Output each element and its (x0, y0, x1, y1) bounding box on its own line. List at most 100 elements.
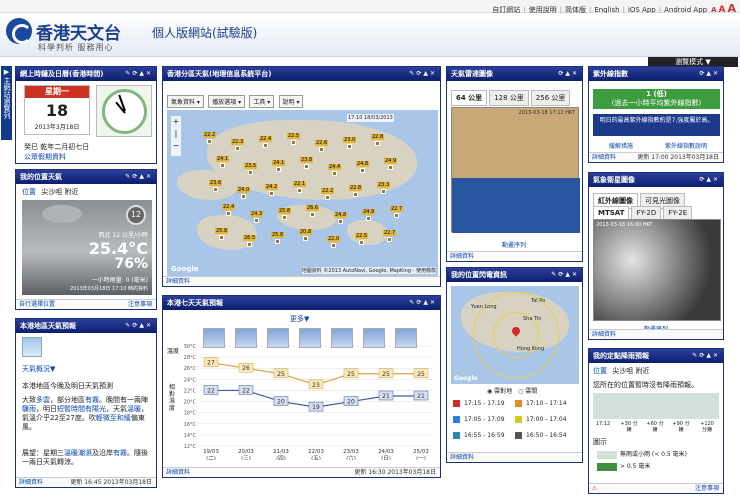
station-marker-icon[interactable] (332, 171, 337, 176)
tab-fy2d[interactable]: FY-2D (631, 206, 662, 220)
station-marker-icon[interactable] (359, 240, 364, 245)
station-marker-icon[interactable] (276, 167, 281, 172)
tab-radar-64km[interactable]: 64 公里 (451, 90, 488, 106)
public-holiday-link[interactable]: 公眾假期資料 (24, 152, 66, 162)
station-temperature-label: 24.2 (265, 184, 279, 190)
panel-controls[interactable]: ⟳▲✕ (699, 173, 720, 187)
station-marker-icon[interactable] (310, 212, 315, 217)
station-marker-icon[interactable] (219, 235, 224, 240)
radio-cloud-to-cloud[interactable]: ○ 雲間 (518, 388, 537, 395)
details-link[interactable]: 詳細資料 (450, 454, 474, 461)
lightning-map[interactable]: Yuen Long Sha Tin Tai Po Hong Kong Googl… (451, 286, 579, 384)
term-link[interactable]: 輕微至和緩 (96, 414, 131, 422)
station-marker-icon[interactable] (360, 168, 365, 173)
station-marker-icon[interactable] (241, 194, 246, 199)
playback-options-dropdown[interactable]: 播放選項 ▾ (208, 95, 246, 108)
choose-location-link[interactable]: 自行選擇位置 (19, 301, 55, 308)
station-marker-icon[interactable] (375, 141, 380, 146)
station-marker-icon[interactable] (220, 163, 225, 168)
station-marker-icon[interactable] (387, 237, 392, 242)
radar-image[interactable]: 2013-03-18 17:12 HKT (451, 107, 580, 233)
x-tick-label: 25/03 (413, 449, 429, 455)
location-label-link[interactable]: 位置 (22, 188, 36, 196)
station-marker-icon[interactable] (207, 139, 212, 144)
station-marker-icon[interactable] (297, 188, 302, 193)
panel-controls[interactable]: ✎⟳▲✕ (692, 349, 720, 363)
main-site-nav-tab[interactable]: ▶ 主網站瀏覽列 (1, 66, 12, 140)
map-zoom-control[interactable]: + | − (171, 116, 181, 156)
site-title[interactable]: 香港天文台 (36, 19, 121, 44)
station-temperature-label: 24.9 (362, 209, 376, 215)
station-marker-icon[interactable] (304, 164, 309, 169)
station-marker-icon[interactable] (381, 189, 386, 194)
station-marker-icon[interactable] (226, 211, 231, 216)
details-link[interactable]: 詳細資料 (450, 253, 474, 260)
map-source[interactable]: 地圖資料 ©2013 AutoNavi, Google, MapKing - 使… (301, 267, 436, 274)
tab-mtsat[interactable]: MTSAT (593, 206, 630, 220)
details-link[interactable]: 詳細資料 (592, 331, 616, 338)
station-marker-icon[interactable] (319, 147, 324, 152)
uv-mitigation-link[interactable]: 緩解措施 (609, 141, 633, 150)
help-dropdown[interactable]: 說明 ▾ (278, 95, 304, 108)
station-marker-icon[interactable] (353, 192, 358, 197)
more-link[interactable]: 更多▼ (290, 314, 309, 324)
station-marker-icon[interactable] (213, 187, 218, 192)
station-marker-icon[interactable] (254, 218, 259, 223)
station-marker-icon[interactable] (263, 143, 268, 148)
station-marker-icon[interactable] (347, 144, 352, 149)
panel-title: 天氣雷達圖像 ⟳▲✕ (447, 67, 582, 81)
station-marker-icon[interactable] (331, 243, 336, 248)
tab-fy2e[interactable]: FY-2E (663, 206, 693, 220)
hko-logo[interactable] (6, 18, 32, 44)
location-label-link[interactable]: 位置 (593, 367, 607, 375)
uv-explanation-link[interactable]: 紫外線指數說明 (665, 141, 707, 150)
panel-controls[interactable]: ✎⟳▲✕ (551, 268, 579, 282)
station-marker-icon[interactable] (269, 191, 274, 196)
term-link[interactable]: 溫暖潮濕 (64, 449, 92, 457)
panel-controls[interactable]: ✎⟳▲✕ (409, 296, 437, 310)
panel-controls[interactable]: ✎⟳▲✕ (125, 67, 153, 81)
details-link[interactable]: 詳細資料 (19, 479, 43, 486)
weather-overview-link[interactable]: 天氣概況▼ (22, 364, 55, 374)
radar-animation-link[interactable]: 動畫序列 (502, 240, 526, 249)
details-link[interactable]: 詳細資料 (166, 469, 190, 476)
station-marker-icon[interactable] (275, 239, 280, 244)
panel-controls[interactable]: ⟳▲✕ (558, 67, 579, 81)
station-marker-icon[interactable] (388, 165, 393, 170)
panel-controls[interactable]: ✎⟳▲✕ (125, 319, 153, 333)
notes-link[interactable]: 注意事項 (128, 300, 152, 309)
satellite-image[interactable]: 2013-03-18 16:00 HKT (593, 219, 721, 321)
station-marker-icon[interactable] (291, 140, 296, 145)
details-link[interactable]: 詳細資料 (166, 278, 190, 285)
term-link[interactable]: 有霧 (85, 396, 99, 404)
legend-label: > 0.5 毫米 (620, 463, 651, 470)
weather-data-dropdown[interactable]: 氣象資料 ▾ (167, 95, 204, 108)
term-link[interactable]: 多雲 (36, 396, 50, 404)
station-marker-icon[interactable] (248, 170, 253, 175)
calendar-date: 2013年3月18日 (34, 124, 80, 131)
panel-controls[interactable]: ⟳▲✕ (699, 67, 720, 81)
term-link[interactable]: 短暫時間有陽光 (57, 405, 106, 413)
station-marker-icon[interactable] (366, 216, 371, 221)
station-marker-icon[interactable] (235, 146, 240, 151)
tab-radar-128km[interactable]: 128 公里 (489, 90, 529, 106)
station-marker-icon[interactable] (282, 215, 287, 220)
station-marker-icon[interactable] (394, 213, 399, 218)
regional-map[interactable]: 17:10 18/03/2013 + | − Google 地圖資料 ©2013 A… (167, 110, 438, 276)
station-marker-icon[interactable] (338, 219, 343, 224)
panel-controls[interactable]: ✎⟳▲✕ (409, 67, 437, 81)
tab-radar-256km[interactable]: 256 公里 (530, 90, 571, 106)
panel-controls[interactable]: ✎⟳▲✕ (125, 170, 153, 184)
radio-cloud-to-ground[interactable]: ◉ 雲對地 (487, 388, 512, 395)
term-link[interactable]: 驟雨 (22, 405, 36, 413)
term-link[interactable]: 有霧 (113, 449, 127, 457)
details-link[interactable]: 詳細資料 (592, 154, 616, 161)
tools-dropdown[interactable]: 工具 ▾ (249, 95, 275, 108)
notes-link[interactable]: 注意事項 (695, 484, 719, 493)
station-temperature-label: 22.8 (349, 185, 363, 191)
term-link[interactable]: 溫暖 (127, 405, 141, 413)
station-marker-icon[interactable] (303, 236, 308, 241)
station-marker-icon[interactable] (247, 242, 252, 247)
station-marker-icon[interactable] (325, 195, 330, 200)
outlook-text-part: 及沿岸 (92, 449, 113, 457)
